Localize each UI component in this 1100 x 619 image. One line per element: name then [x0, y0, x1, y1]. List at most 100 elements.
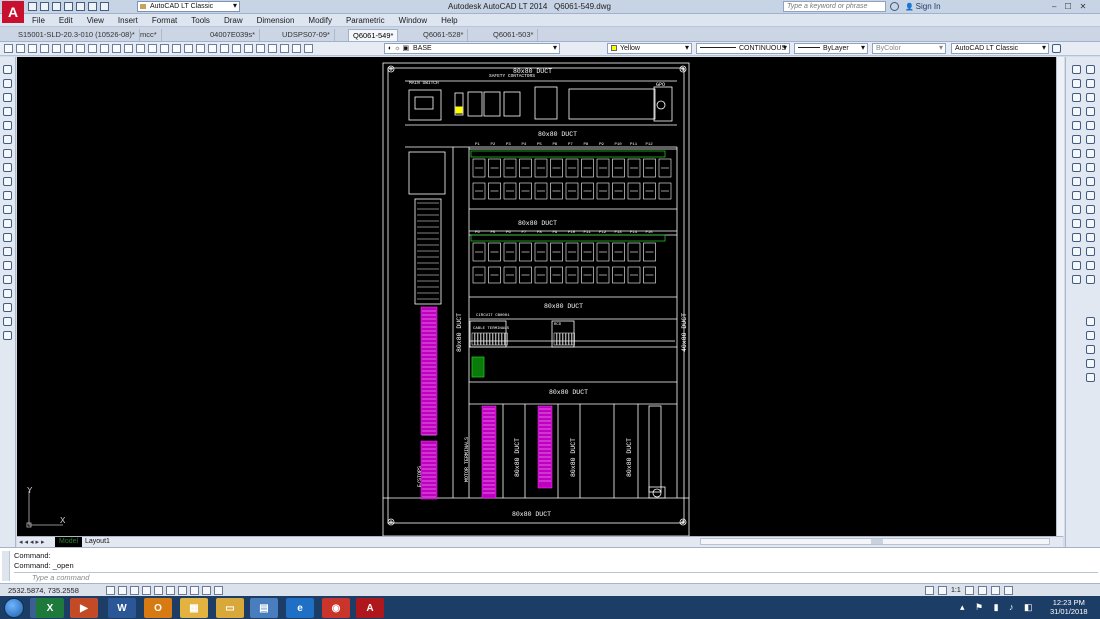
sc-icon[interactable]	[214, 586, 223, 595]
workspace-dropdown[interactable]: AutoCAD LT Classic	[951, 43, 1049, 54]
dim-arc-icon[interactable]	[1086, 191, 1095, 200]
search-icon[interactable]	[890, 2, 899, 11]
workspace-settings-icon[interactable]	[1052, 44, 1061, 53]
preview-icon[interactable]	[52, 44, 61, 53]
undo-icon[interactable]	[124, 44, 133, 53]
powerpoint-icon[interactable]: ▶	[70, 598, 98, 618]
outlook-icon[interactable]: O	[144, 598, 172, 618]
model-icon[interactable]	[925, 586, 934, 595]
paste-icon[interactable]	[100, 44, 109, 53]
hatch-icon[interactable]	[3, 247, 12, 256]
command-line-handle[interactable]	[2, 551, 10, 581]
table-icon[interactable]	[3, 289, 12, 298]
insert-block-icon[interactable]	[3, 205, 12, 214]
close-button[interactable]: ✕	[1080, 2, 1087, 11]
linetype-dropdown[interactable]: CONTINUOUS	[696, 43, 790, 54]
distance-icon[interactable]	[1086, 331, 1095, 340]
lock-icon[interactable]	[990, 586, 1000, 595]
mtext-icon[interactable]	[3, 303, 12, 312]
revcloud-icon[interactable]	[3, 163, 12, 172]
redo-icon[interactable]	[100, 2, 109, 11]
xline-icon[interactable]	[3, 79, 12, 88]
make-block-icon[interactable]	[3, 219, 12, 228]
annotation-visibility-icon[interactable]	[964, 586, 974, 595]
doc-tab-active[interactable]: Q6061-549*	[348, 29, 399, 41]
arc-icon[interactable]	[3, 135, 12, 144]
region-icon[interactable]	[3, 275, 12, 284]
command-input[interactable]: Type a command	[14, 572, 1098, 583]
qp-icon[interactable]	[202, 586, 211, 595]
sign-in-link[interactable]: Sign In	[905, 2, 941, 11]
dim-diameter-icon[interactable]	[1072, 219, 1081, 228]
menu-edit[interactable]: Edit	[59, 16, 73, 25]
clock[interactable]: 12:23 PM 31/01/2018	[1050, 598, 1088, 616]
grid-icon[interactable]	[118, 586, 127, 595]
ellipse-icon[interactable]	[3, 191, 12, 200]
menu-view[interactable]: View	[87, 16, 104, 25]
join-icon[interactable]	[1086, 149, 1095, 158]
doc-tab[interactable]: Q6061-503*	[489, 29, 539, 41]
rotate-icon[interactable]	[1086, 107, 1095, 116]
doc-tab[interactable]: Q6061-528*	[419, 29, 469, 41]
wipeout-icon[interactable]	[3, 331, 12, 340]
dim-radius-icon[interactable]	[1086, 205, 1095, 214]
osnap-icon[interactable]	[154, 586, 163, 595]
save-icon[interactable]	[52, 2, 61, 11]
spline-icon[interactable]	[3, 177, 12, 186]
tolerance-icon[interactable]	[1072, 261, 1081, 270]
new-icon[interactable]	[28, 2, 37, 11]
menu-draw[interactable]: Draw	[224, 16, 243, 25]
pan-icon[interactable]	[148, 44, 157, 53]
cut-icon[interactable]	[76, 44, 85, 53]
color-dropdown[interactable]: Yellow	[607, 43, 692, 54]
add-selected-icon[interactable]	[3, 317, 12, 326]
layer-dropdown[interactable]: ◐ ☼ ▣ BASE	[384, 43, 560, 54]
autocad-logo-icon[interactable]: A	[2, 1, 24, 23]
polar-icon[interactable]	[142, 586, 151, 595]
save-icon[interactable]	[28, 44, 37, 53]
menu-modify[interactable]: Modify	[308, 16, 332, 25]
notes-icon[interactable]: ▤	[250, 598, 278, 618]
search-input[interactable]: Type a keyword or phrase	[783, 1, 886, 12]
explode-icon[interactable]	[1072, 177, 1081, 186]
chamfer-icon[interactable]	[1072, 163, 1081, 172]
erase-icon[interactable]	[1072, 65, 1081, 74]
sheet-set-icon[interactable]	[232, 44, 241, 53]
menu-help[interactable]: Help	[441, 16, 457, 25]
dim-style-icon[interactable]	[1086, 275, 1095, 284]
internet-explorer-icon[interactable]: e	[286, 598, 314, 618]
lineweight-dropdown[interactable]: ByLayer	[794, 43, 868, 54]
publish-icon[interactable]	[64, 44, 73, 53]
save-as-icon[interactable]	[64, 2, 73, 11]
system-tray[interactable]: ▴ ⚑ ▮ ♪ ◧	[960, 602, 1037, 613]
undo-icon[interactable]	[88, 2, 97, 11]
fillet-icon[interactable]	[1086, 163, 1095, 172]
files-icon[interactable]: ▦	[180, 598, 208, 618]
horizontal-scrollbar[interactable]	[700, 538, 1050, 545]
annotation-scale[interactable]: 1:1	[951, 587, 961, 594]
text-icon[interactable]	[1072, 275, 1081, 284]
layout-icon[interactable]	[938, 586, 947, 595]
doc-tab[interactable]: 04007E039s*	[206, 29, 261, 41]
copy-object-icon[interactable]	[1072, 79, 1081, 88]
zoom-icon[interactable]	[160, 44, 169, 53]
id-point-icon[interactable]	[1086, 373, 1095, 382]
point-icon[interactable]	[3, 233, 12, 242]
inquiry-icon[interactable]	[1086, 317, 1095, 326]
properties-icon[interactable]	[196, 44, 205, 53]
menu-insert[interactable]: Insert	[118, 16, 138, 25]
help-icon[interactable]	[268, 44, 277, 53]
polyline-icon[interactable]	[3, 93, 12, 102]
menu-format[interactable]: Format	[152, 16, 177, 25]
tool-palettes-icon[interactable]	[220, 44, 229, 53]
copy-icon[interactable]	[88, 44, 97, 53]
offset-icon[interactable]	[1072, 93, 1081, 102]
line-icon[interactable]	[3, 65, 12, 74]
print-icon[interactable]	[76, 2, 85, 11]
minimize-button[interactable]: –	[1052, 2, 1056, 11]
doc-tab[interactable]: mcc*	[136, 29, 162, 41]
open-icon[interactable]	[16, 44, 25, 53]
chrome-icon[interactable]: ◉	[322, 598, 350, 618]
stretch-icon[interactable]	[1086, 121, 1095, 130]
center-mark-icon[interactable]	[1086, 261, 1095, 270]
